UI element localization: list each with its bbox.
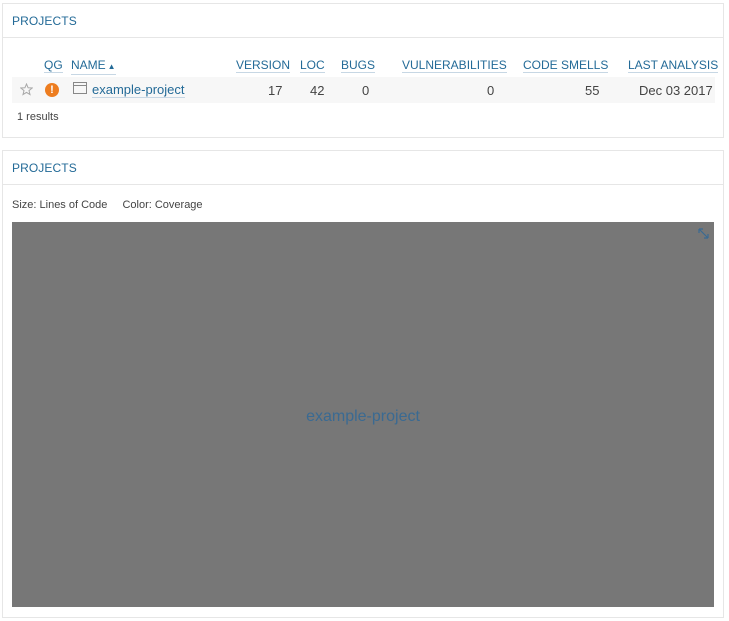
project-qualifier-icon <box>73 82 87 94</box>
projects-list-title: PROJECTS <box>3 4 723 38</box>
column-version[interactable]: VERSION <box>236 58 291 73</box>
projects-treemap-title: PROJECTS <box>3 151 723 185</box>
treemap-legend: Size: Lines of Code Color: Coverage <box>12 199 215 211</box>
column-bugs[interactable]: BUGS <box>341 58 376 73</box>
treemap-size-label: Size: Lines of Code <box>12 199 108 211</box>
column-loc[interactable]: LOC <box>300 58 325 73</box>
column-last-analysis[interactable]: LAST ANALYSIS <box>628 58 719 73</box>
results-count: 1 results <box>17 111 59 123</box>
column-qg[interactable]: QG <box>44 58 63 73</box>
column-name-label: NAME <box>71 58 106 72</box>
resize-icon[interactable] <box>697 227 710 240</box>
last-analysis-value: Dec 03 2017 <box>639 83 713 98</box>
column-vulnerabilities[interactable]: VULNERABILITIES <box>402 58 507 73</box>
treemap-cell-label[interactable]: example-project <box>12 408 714 426</box>
vulnerabilities-value: 0 <box>487 83 495 98</box>
version-value: 17 <box>268 83 283 98</box>
project-link[interactable]: example-project <box>92 83 185 98</box>
favorite-star-icon[interactable] <box>20 83 33 96</box>
projects-list-widget: PROJECTS QG NAME ▲ VERSION LOC BUGS VULNE… <box>2 3 724 138</box>
projects-table: QG NAME ▲ VERSION LOC BUGS VULNERABILITIE… <box>12 55 719 103</box>
treemap-cell[interactable]: example-project <box>12 222 714 607</box>
treemap-color-label: Color: Coverage <box>122 199 203 211</box>
column-code-smells[interactable]: CODE SMELLS <box>523 58 609 73</box>
quality-gate-warning-icon: ! <box>45 83 59 97</box>
table-row: ! example-project 17 42 0 0 55 Dec 03 20… <box>12 77 715 103</box>
column-name[interactable]: NAME ▲ <box>71 58 116 75</box>
code-smells-value: 55 <box>585 83 600 98</box>
bugs-value: 0 <box>362 83 370 98</box>
sort-asc-icon: ▲ <box>107 62 116 71</box>
projects-treemap-widget: PROJECTS Size: Lines of Code Color: Cove… <box>2 150 724 618</box>
table-header: QG NAME ▲ VERSION LOC BUGS VULNERABILITIE… <box>12 55 719 75</box>
loc-value: 42 <box>310 83 325 98</box>
